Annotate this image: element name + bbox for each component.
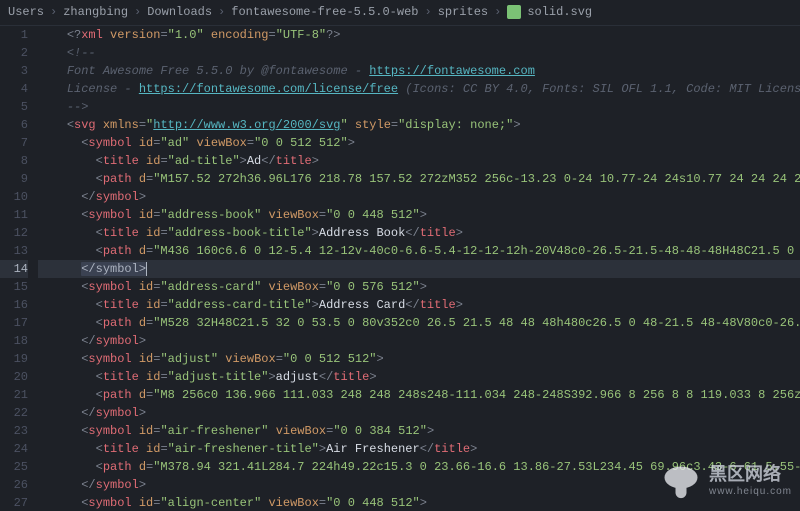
line-number: 14 (0, 260, 28, 278)
code-line[interactable]: <?xml version="1.0" encoding="UTF-8"?> (38, 26, 800, 44)
line-number: 15 (0, 278, 28, 296)
file-icon (507, 5, 521, 19)
line-number: 1 (0, 26, 28, 44)
code-line[interactable]: <symbol id="address-book" viewBox="0 0 4… (38, 206, 800, 224)
line-number: 10 (0, 188, 28, 206)
code-line[interactable]: <symbol id="ad" viewBox="0 0 512 512"> (38, 134, 800, 152)
breadcrumb-item[interactable]: solid.svg (527, 3, 592, 21)
code-line[interactable]: </symbol> (38, 332, 800, 350)
line-number: 21 (0, 386, 28, 404)
code-line[interactable]: <title id="ad-title">Ad</title> (38, 152, 800, 170)
code-line[interactable]: </symbol> (38, 260, 800, 278)
gutter: 1234567891011121314151617181920212223242… (0, 26, 38, 511)
editor[interactable]: 1234567891011121314151617181920212223242… (0, 26, 800, 511)
breadcrumb[interactable]: Users › zhangbing › Downloads › fontawesome-fr… (0, 0, 800, 26)
cursor (146, 262, 147, 276)
code-line[interactable]: <title id="air-freshener-title">Air Fres… (38, 440, 800, 458)
breadcrumb-sep: › (218, 3, 225, 21)
line-number: 5 (0, 98, 28, 116)
code-line[interactable]: </symbol> (38, 404, 800, 422)
code-area[interactable]: <?xml version="1.0" encoding="UTF-8"?> <… (38, 26, 800, 511)
watermark: 黑区网络 www.heiqu.com (659, 461, 792, 505)
breadcrumb-sep: › (424, 3, 431, 21)
line-number: 7 (0, 134, 28, 152)
code-line[interactable]: <symbol id="adjust" viewBox="0 0 512 512… (38, 350, 800, 368)
line-number: 16 (0, 296, 28, 314)
code-line[interactable]: <path d="M157.52 272h36.96L176 218.78 15… (38, 170, 800, 188)
breadcrumb-item[interactable]: Downloads (147, 3, 212, 21)
breadcrumb-item[interactable]: fontawesome-free-5.5.0-web (231, 3, 418, 21)
code-line[interactable]: License - https://fontawesome.com/licens… (38, 80, 800, 98)
code-line[interactable]: --> (38, 98, 800, 116)
line-number: 4 (0, 80, 28, 98)
code-line[interactable]: <title id="address-card-title">Address C… (38, 296, 800, 314)
code-line[interactable]: <symbol id="air-freshener" viewBox="0 0 … (38, 422, 800, 440)
line-number: 17 (0, 314, 28, 332)
line-number: 26 (0, 476, 28, 494)
code-line[interactable]: </symbol> (38, 188, 800, 206)
code-line[interactable]: <svg xmlns="http://www.w3.org/2000/svg" … (38, 116, 800, 134)
line-number: 23 (0, 422, 28, 440)
code-line[interactable]: <path d="M436 160c6.6 0 12-5.4 12-12v-40… (38, 242, 800, 260)
breadcrumb-item[interactable]: zhangbing (63, 3, 128, 21)
selection: </symbol> (81, 262, 146, 276)
watermark-sub: www.heiqu.com (709, 483, 792, 501)
line-number: 25 (0, 458, 28, 476)
line-number: 3 (0, 62, 28, 80)
line-number: 9 (0, 170, 28, 188)
line-number: 12 (0, 224, 28, 242)
line-number: 20 (0, 368, 28, 386)
line-number: 2 (0, 44, 28, 62)
breadcrumb-sep: › (50, 3, 57, 21)
breadcrumb-item[interactable]: sprites (438, 3, 488, 21)
line-number: 19 (0, 350, 28, 368)
code-line[interactable]: <title id="address-book-title">Address B… (38, 224, 800, 242)
mushroom-icon (659, 461, 703, 505)
breadcrumb-item[interactable]: Users (8, 3, 44, 21)
line-number: 11 (0, 206, 28, 224)
breadcrumb-sep: › (494, 3, 501, 21)
line-number: 27 (0, 494, 28, 511)
watermark-title: 黑区网络 (709, 464, 781, 484)
code-line[interactable]: <symbol id="address-card" viewBox="0 0 5… (38, 278, 800, 296)
code-line[interactable]: <path d="M528 32H48C21.5 32 0 53.5 0 80v… (38, 314, 800, 332)
breadcrumb-sep: › (134, 3, 141, 21)
code-line[interactable]: <!-- (38, 44, 800, 62)
code-line[interactable]: Font Awesome Free 5.5.0 by @fontawesome … (38, 62, 800, 80)
line-number: 8 (0, 152, 28, 170)
code-line[interactable]: <title id="adjust-title">adjust</title> (38, 368, 800, 386)
line-number: 24 (0, 440, 28, 458)
code-line[interactable]: <path d="M8 256c0 136.966 111.033 248 24… (38, 386, 800, 404)
line-number: 22 (0, 404, 28, 422)
line-number: 13 (0, 242, 28, 260)
line-number: 18 (0, 332, 28, 350)
line-number: 6 (0, 116, 28, 134)
